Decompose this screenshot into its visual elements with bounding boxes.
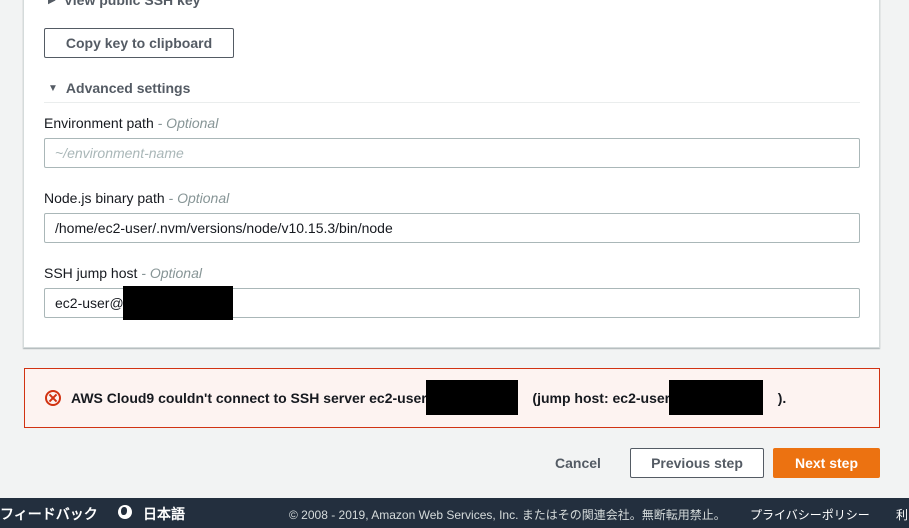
node-binary-path-input[interactable]: /home/ec2-user/.nvm/versions/node/v10.15… — [44, 213, 860, 243]
error-message-part2: (jump host: ec2-user@ — [532, 390, 684, 406]
optional-hint: - Optional — [168, 190, 230, 206]
advanced-settings-toggle[interactable]: ▼ Advanced settings — [48, 80, 190, 96]
redacted-server — [426, 380, 518, 415]
view-public-ssh-key-label: View public SSH key — [63, 0, 201, 8]
optional-hint: - Optional — [141, 265, 202, 281]
footer: フィードバック 日本語 © 2008 - 2019, Amazon Web Se… — [0, 498, 909, 528]
globe-icon — [118, 505, 132, 519]
error-message-part3: ). — [777, 390, 787, 406]
ssh-jump-host-label: SSH jump host - Optional — [44, 265, 202, 281]
optional-hint: - Optional — [157, 115, 219, 131]
cancel-button[interactable]: Cancel — [555, 455, 601, 471]
copyright-text: © 2008 - 2019, Amazon Web Services, Inc.… — [289, 508, 726, 522]
feedback-link[interactable]: フィードバック — [0, 504, 98, 524]
advanced-settings-label: Advanced settings — [65, 80, 191, 96]
advanced-divider — [44, 102, 860, 103]
caret-down-icon: ▼ — [48, 82, 58, 94]
redacted-jump-host — [123, 286, 233, 320]
privacy-policy-link[interactable]: プライバシーポリシー — [750, 506, 870, 523]
redacted-jump-host-error — [669, 380, 763, 415]
error-icon — [45, 390, 61, 406]
next-step-button[interactable]: Next step — [773, 448, 880, 478]
environment-path-input[interactable]: ~/environment-name — [44, 138, 860, 168]
view-public-ssh-key-toggle[interactable]: ▶ View public SSH key — [48, 0, 200, 8]
node-binary-path-label: Node.js binary path - Optional — [44, 190, 230, 206]
caret-right-icon: ▶ — [48, 0, 56, 6]
terms-link[interactable]: 利 — [896, 506, 908, 523]
copy-key-button[interactable]: Copy key to clipboard — [44, 28, 234, 58]
previous-step-button[interactable]: Previous step — [630, 448, 764, 478]
environment-path-label: Environment path - Optional — [44, 115, 219, 131]
language-selector[interactable]: 日本語 — [143, 504, 185, 524]
error-message-part1: AWS Cloud9 couldn't connect to SSH serve… — [71, 390, 441, 406]
